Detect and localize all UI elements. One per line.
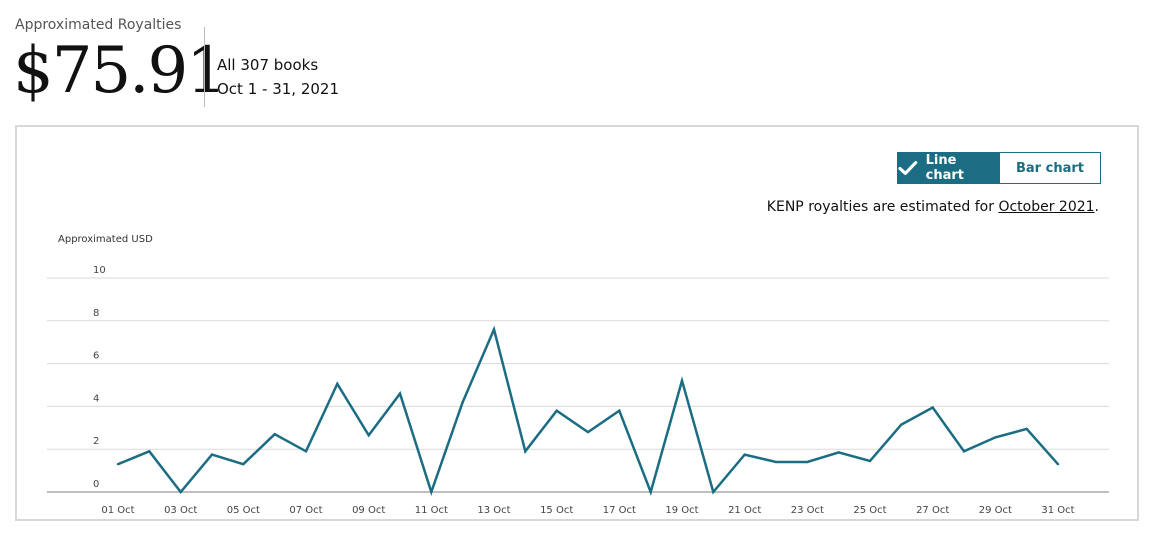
chart-card: Line chart Bar chart KENP royalties are … — [15, 125, 1139, 521]
data-point — [304, 450, 308, 453]
x-tick-label: 03 Oct — [164, 505, 197, 516]
x-tick-label: 15 Oct — [540, 505, 573, 516]
data-point — [900, 423, 903, 426]
x-tick-label: 27 Oct — [916, 505, 949, 516]
royalties-summary: Approximated Royalties $75.91 All 307 bo… — [13, 17, 415, 108]
data-point — [336, 382, 339, 386]
y-tick-label: 2 — [93, 436, 99, 447]
royalties-line-chart: Approximated USD 0 2 4 6 8 10 01 Oct 03 Oct 05 Oc… — [47, 234, 1109, 516]
data-point — [367, 434, 370, 437]
data-point — [1056, 462, 1060, 466]
data-point — [273, 433, 276, 436]
y-tick-label: 10 — [93, 265, 106, 276]
y-axis-title: Approximated USD — [58, 234, 153, 245]
data-point — [712, 490, 715, 494]
x-tick-label: 07 Oct — [289, 505, 322, 516]
data-point — [555, 409, 558, 412]
y-tick-label: 0 — [93, 479, 99, 490]
data-point — [680, 379, 684, 382]
data-point — [618, 409, 621, 412]
x-tick-label: 13 Oct — [477, 505, 510, 516]
data-point — [994, 436, 997, 439]
x-tick-label: 23 Oct — [791, 505, 824, 516]
x-tick-label: 19 Oct — [665, 505, 698, 516]
data-point — [962, 450, 966, 453]
summary-label: Approximated Royalties — [15, 17, 182, 33]
y-tick-label: 6 — [93, 351, 99, 362]
x-tick-label: 11 Oct — [415, 505, 448, 516]
x-tick-label: 05 Oct — [227, 505, 260, 516]
data-point — [461, 400, 464, 404]
royalties-amount: $75.91 — [13, 34, 227, 108]
data-point — [1025, 427, 1028, 431]
x-tick-label: 25 Oct — [853, 505, 886, 516]
data-point — [398, 392, 402, 395]
data-point — [148, 450, 151, 453]
data-point — [179, 490, 182, 494]
data-point — [743, 453, 746, 456]
data-point — [931, 406, 934, 409]
data-point — [116, 462, 120, 466]
data-point — [586, 430, 590, 434]
data-point — [649, 490, 652, 494]
x-tick-label: 29 Oct — [979, 505, 1012, 516]
books-scope: All 307 books — [217, 56, 319, 74]
royalties-series-line — [117, 325, 1059, 496]
x-tick-label: 09 Oct — [352, 505, 385, 516]
data-point — [242, 462, 245, 466]
data-point — [806, 460, 809, 464]
x-tick-label: 01 Oct — [101, 505, 134, 516]
summary-divider — [204, 27, 205, 107]
x-tick-label: 21 Oct — [728, 505, 761, 516]
y-tick-label: 4 — [93, 393, 99, 404]
data-point — [868, 459, 872, 463]
x-tick-label: 17 Oct — [603, 505, 636, 516]
data-point — [210, 453, 214, 456]
y-tick-label: 8 — [93, 308, 99, 319]
date-range: Oct 1 - 31, 2021 — [217, 80, 339, 98]
data-point — [430, 490, 433, 494]
data-point — [524, 450, 527, 453]
data-point — [774, 460, 778, 464]
data-point — [492, 328, 496, 331]
data-point — [837, 451, 840, 454]
x-tick-label: 31 Oct — [1041, 505, 1074, 516]
